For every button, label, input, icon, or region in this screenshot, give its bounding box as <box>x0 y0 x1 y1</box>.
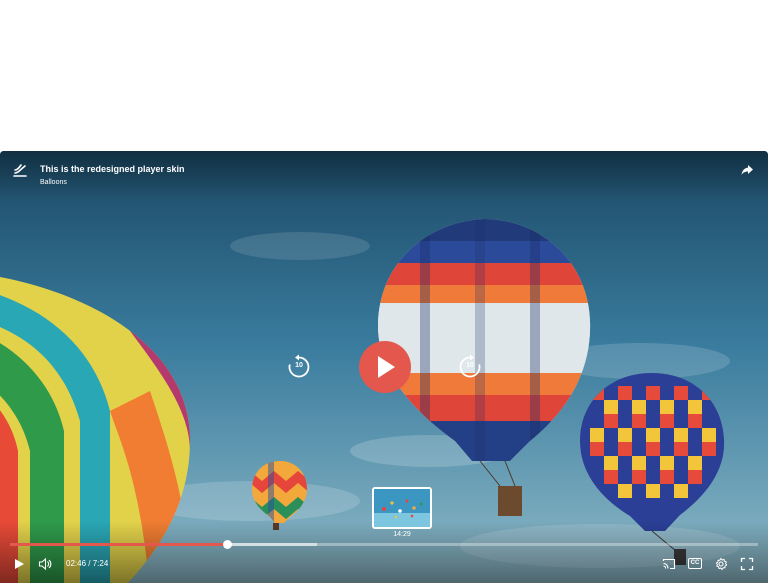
video-subtitle: Balloons <box>40 179 67 186</box>
wave-logo-icon <box>13 164 27 177</box>
skip-forward-button[interactable]: 10 <box>457 354 483 380</box>
preview-image <box>374 489 430 527</box>
cc-icon[interactable]: CC <box>688 558 702 569</box>
fullscreen-icon[interactable] <box>740 557 754 571</box>
video-player[interactable]: This is the redesigned player skin Ballo… <box>0 151 768 583</box>
page: This is the redesigned player skin Ballo… <box>0 0 768 583</box>
seek-preview-time: 14:29 <box>393 531 411 538</box>
cast-icon[interactable] <box>662 557 676 571</box>
duration: 7:24 <box>92 559 109 568</box>
play-button[interactable] <box>359 341 411 393</box>
progress-played <box>10 543 227 546</box>
center-controls: 10 10 <box>0 341 768 393</box>
play-icon-small[interactable] <box>12 557 26 571</box>
time-separator: / <box>86 559 93 568</box>
share-icon[interactable] <box>740 163 754 177</box>
time-display: 02:46 / 7:24 <box>66 559 108 568</box>
video-title: This is the redesigned player skin <box>40 164 185 174</box>
current-time: 02:46 <box>66 559 87 568</box>
skip-back-button[interactable]: 10 <box>286 354 312 380</box>
progress-bar[interactable] <box>10 540 758 549</box>
volume-icon[interactable] <box>38 557 52 571</box>
seek-preview-thumbnail <box>372 487 432 529</box>
top-bar: This is the redesigned player skin Ballo… <box>0 151 768 201</box>
play-icon <box>378 356 395 378</box>
gear-icon[interactable] <box>714 557 728 571</box>
progress-handle[interactable] <box>222 540 232 549</box>
skip-back-seconds: 10 <box>295 362 303 369</box>
skip-forward-seconds: 10 <box>466 362 474 369</box>
